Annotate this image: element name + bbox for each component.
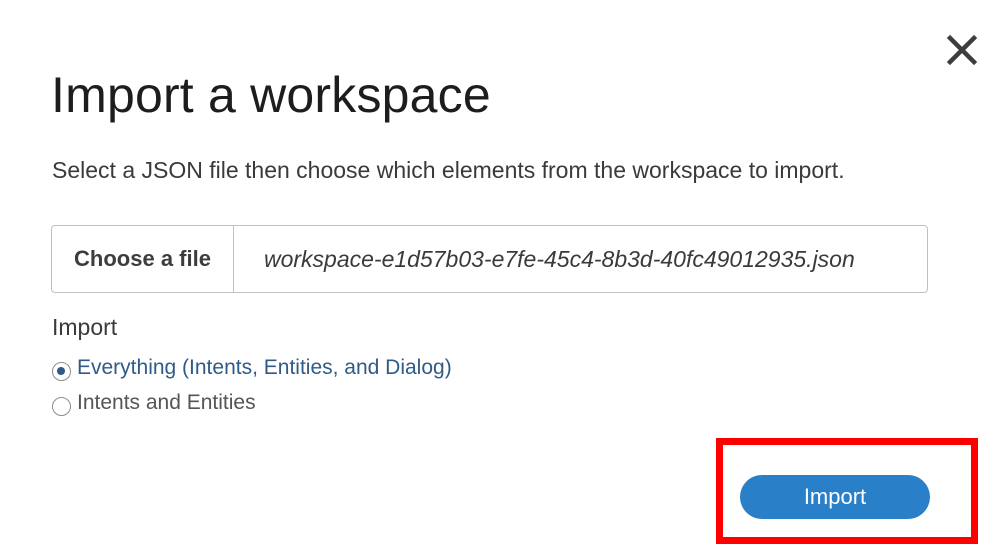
close-icon[interactable] <box>946 34 978 66</box>
dialog-title: Import a workspace <box>51 67 491 123</box>
radio-label-everything: Everything (Intents, Entities, and Dialo… <box>77 355 452 379</box>
selected-file-name: workspace-e1d57b03-e7fe-45c4-8b3d-40fc49… <box>264 245 855 272</box>
radio-button-unchecked[interactable] <box>52 397 71 416</box>
radio-label-intents-entities: Intents and Entities <box>77 390 256 414</box>
close-button[interactable] <box>940 28 984 72</box>
radio-option-intents-entities[interactable]: Intents and Entities <box>52 389 256 416</box>
import-options-label: Import <box>52 314 118 340</box>
import-button[interactable]: Import <box>740 475 930 519</box>
dialog-subtitle: Select a JSON file then choose which ele… <box>52 157 845 183</box>
choose-file-button[interactable]: Choose a file <box>52 226 234 292</box>
radio-button-checked[interactable] <box>52 362 71 381</box>
radio-option-everything[interactable]: Everything (Intents, Entities, and Dialo… <box>52 354 452 381</box>
import-workspace-dialog: Import a workspace Select a JSON file th… <box>0 0 1000 552</box>
file-picker: Choose a file workspace-e1d57b03-e7fe-45… <box>51 225 928 293</box>
